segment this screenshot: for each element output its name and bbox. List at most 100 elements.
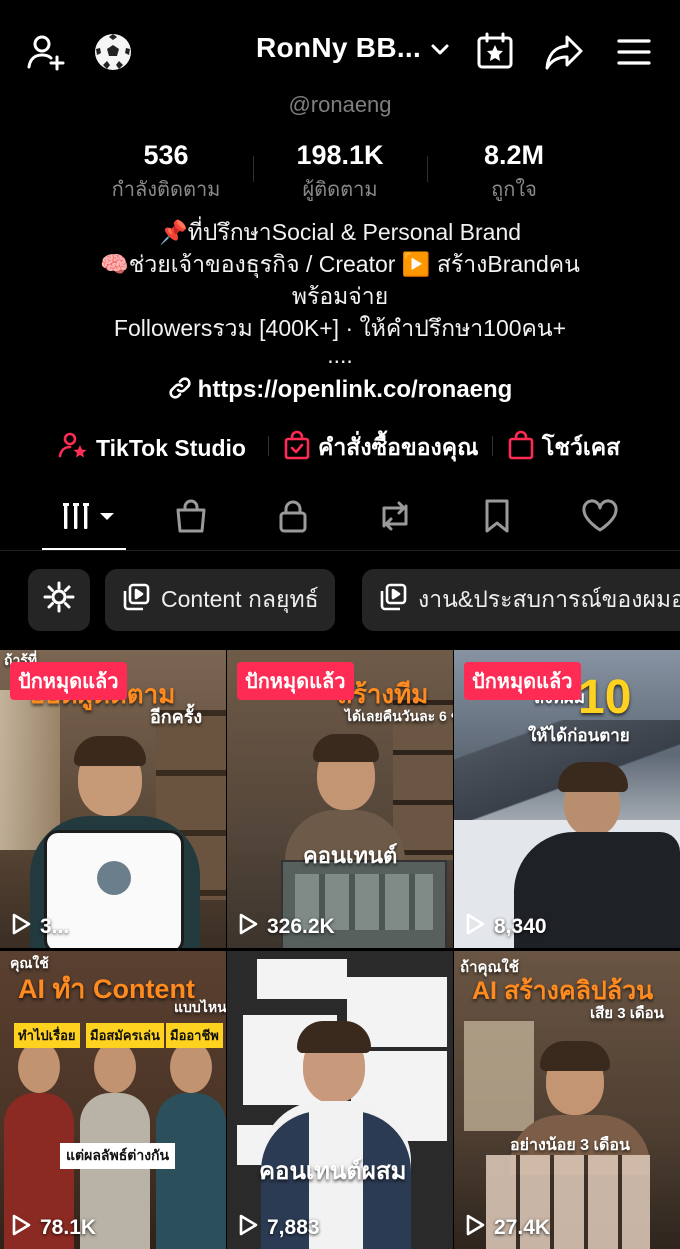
orders-label: คำสั่งซื้อของคุณ (318, 434, 479, 460)
profile-stats: 536 กำลังติดตาม 198.1K ผู้ติดตาม 8.2M ถู… (0, 140, 680, 201)
view-count-value: 326.2K (267, 915, 335, 938)
profile-actions: TikTok Studio คำสั่งซื้อของคุณ โชว์เคส (0, 428, 680, 464)
repost-icon (376, 498, 414, 539)
view-count-value: 8,340 (494, 915, 547, 938)
stat-label: ผู้ติดตาม (302, 179, 378, 201)
view-count: 7,883 (237, 1213, 320, 1243)
stat-label: ถูกใจ (491, 179, 537, 201)
bio-line: Followersรวม [400K+] · ให้คำปรึกษา100คน+ (113, 315, 567, 341)
view-count: 27.4K (464, 1213, 550, 1243)
tab-shop[interactable] (156, 490, 226, 546)
video-thumbnail[interactable]: คอนเทนต์ผสม 7,883 (227, 951, 453, 1249)
link-icon (168, 376, 192, 407)
bio-link[interactable]: https://openlink.co/ronaeng (0, 376, 680, 407)
stat-value: 536 (143, 140, 189, 170)
video-thumbnail[interactable]: สิ่งที่ผม 10 ให้ได้ก่อนตาย ปักหมุดแล้ว 8… (454, 650, 680, 948)
top-bar: RonNy BB... (0, 0, 680, 100)
video-caption: แต่ผลลัพธ์ต่างกัน (60, 1143, 176, 1169)
bio-line: 🧠ช่วยเจ้าของธุรกิจ / Creator ▶️ สร้างBra… (100, 251, 580, 277)
playlist-chip[interactable]: Content กลยุทธ์ (105, 569, 335, 631)
overlay-sub-text: ให้ได้ก่อนตาย (528, 726, 630, 745)
profile-title[interactable]: RonNy BB... (256, 32, 421, 64)
view-count-value: 27.4K (494, 1216, 551, 1239)
person-figure (94, 1041, 136, 1093)
action-divider (268, 436, 269, 456)
window-light (464, 1021, 534, 1131)
videos-grid-icon (54, 499, 116, 538)
playlist-icon (121, 582, 151, 618)
tab-private[interactable] (258, 490, 328, 546)
play-icon (10, 1213, 32, 1243)
view-count-value: 7,883 (267, 1216, 320, 1239)
lock-icon (277, 498, 309, 539)
bookmark-icon (482, 498, 512, 539)
bio-line: 📌ที่ปรึกษาSocial & Personal Brand (158, 219, 522, 245)
overlay-main-text: AI ทำ Content (18, 974, 195, 1004)
view-count: 8,340 (464, 912, 547, 942)
pinned-badge: ปักหมุดแล้ว (464, 662, 581, 700)
level-label: ทำไปเรื่อย (14, 1023, 80, 1048)
tabs-divider (0, 550, 680, 551)
view-count: 78.1K (10, 1213, 96, 1243)
profile-tabs (0, 490, 680, 550)
add-friend-icon[interactable] (24, 30, 68, 74)
video-caption: คอนเทนต์ (303, 843, 398, 868)
video-thumbnail[interactable]: ถ้ารู้ที่ ยอดผู้ติดตาม อีกครั้ง ปักหมุดแ… (0, 650, 226, 948)
tab-favorites[interactable] (462, 490, 532, 546)
tab-liked[interactable] (565, 490, 635, 546)
video-thumbnail[interactable]: ถ้าคุณใช้ AI สร้างคลิปล้วน เสีย 3 เดือน … (454, 951, 680, 1249)
person-hair (297, 1021, 371, 1053)
stat-value: 8.2M (483, 140, 545, 170)
heart-icon (581, 498, 619, 538)
play-icon (10, 912, 32, 942)
view-count-value: 78.1K (40, 1216, 97, 1239)
video-caption: คอนเทนต์ผสม (259, 1158, 407, 1185)
playlist-chip[interactable]: งาน&ประสบการณ์ของผมอ (362, 569, 680, 631)
chevron-down-icon[interactable] (428, 38, 452, 62)
showcase-label: โชว์เคส (542, 434, 621, 460)
pinned-badge: ปักหมุดแล้ว (10, 662, 127, 700)
menu-icon[interactable] (614, 32, 654, 72)
play-icon (464, 912, 486, 942)
tiktok-studio-button[interactable]: TikTok Studio (58, 430, 246, 466)
person-body (156, 1093, 226, 1249)
showcase-button[interactable]: โชว์เคส (508, 430, 620, 466)
play-icon (464, 1213, 486, 1243)
doc-card (257, 959, 347, 999)
stat-following[interactable]: 536 กำลังติดตาม (81, 140, 251, 205)
stat-followers[interactable]: 198.1K ผู้ติดตาม (255, 140, 425, 205)
tab-videos[interactable] (50, 490, 120, 546)
bio-line: พร้อมจ่าย (291, 283, 389, 309)
video-grid: ถ้ารู้ที่ ยอดผู้ติดตาม อีกครั้ง ปักหมุดแ… (0, 650, 680, 1249)
play-icon (237, 1213, 259, 1243)
overlay-sub-text: แบบไหน (174, 999, 226, 1015)
stat-value: 198.1K (296, 140, 384, 170)
person-hair (313, 734, 379, 762)
video-thumbnail[interactable]: คุณใช้ AI ทำ Content แบบไหน ทำไปเรื่อย ม… (0, 951, 226, 1249)
overlay-sub-text: ได้เลยคืนวันละ 6 ชม (345, 708, 453, 724)
share-icon[interactable] (542, 30, 586, 74)
view-count-value: 3... (40, 915, 70, 938)
stat-divider (427, 156, 428, 182)
tiktok-studio-label: TikTok Studio (96, 434, 246, 461)
settings-chip[interactable] (28, 569, 90, 631)
tab-reposts[interactable] (360, 490, 430, 546)
shopping-bag-icon (508, 430, 534, 466)
person-hair (558, 762, 628, 792)
bio-line: .... (327, 342, 353, 368)
action-divider (492, 436, 493, 456)
stat-likes[interactable]: 8.2M ถูกใจ (429, 140, 599, 205)
person-star-icon (58, 430, 88, 466)
link-text: https://openlink.co/ronaeng (197, 376, 513, 403)
orders-button[interactable]: คำสั่งซื้อของคุณ (284, 430, 478, 466)
playlist-icon (378, 582, 408, 618)
pinned-badge: ปักหมุดแล้ว (237, 662, 354, 700)
video-caption: อย่างน้อย 3 เดือน (510, 1137, 630, 1154)
person-hair (540, 1041, 610, 1071)
gear-icon (42, 580, 76, 620)
video-thumbnail[interactable]: สร้างทีม ได้เลยคืนวันละ 6 ชม คอนเทนต์ ปั… (227, 650, 453, 948)
calendar-star-icon[interactable] (474, 30, 516, 72)
soccer-ball-icon[interactable] (92, 31, 134, 73)
view-count: 326.2K (237, 912, 335, 942)
level-label: มืออาชีพ (166, 1023, 223, 1048)
